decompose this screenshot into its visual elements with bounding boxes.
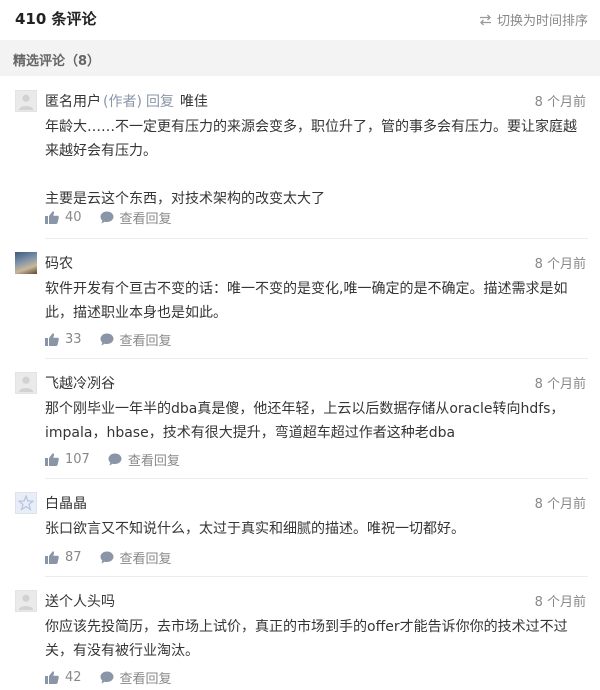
like-button[interactable]: 42 xyxy=(45,670,82,685)
comment-item: 匿名用户 (作者) 回复 唯佳 8 个月前 年龄大……不一定更有压力的来源会变多，职位… xyxy=(0,90,600,240)
comment-paragraph: 张口欲言又不知说什么，太过于真实和细腻的描述。唯祝一切都好。 xyxy=(45,521,465,537)
comment-actions: 87 查看回复 xyxy=(45,548,172,567)
comment-author[interactable]: 送个人头吗 xyxy=(45,594,115,610)
comment-total: 410 条评论 xyxy=(15,10,97,28)
comment-meta: 送个人头吗 xyxy=(45,591,115,611)
avatar-placeholder-icon xyxy=(18,594,34,611)
comment-paragraph: 软件开发有个亘古不变的话：唯一不变的是变化,唯一确定的是不确定。描述需求是如此，… xyxy=(45,281,568,321)
sort-swap-icon xyxy=(479,14,491,25)
comment-item: 飞越冷冽谷 8 个月前 那个刚毕业一年半的dba真是傻，他还年轻，上云以后数据存… xyxy=(0,372,600,480)
comment-actions: 33 查看回复 xyxy=(45,330,172,349)
comment-time: 8 个月前 xyxy=(534,95,586,110)
comment-paragraph: 你应该先投简历，去市场上试价，真正的市场到手的offer才能告诉你你的技术过不过… xyxy=(45,619,568,659)
comment-author[interactable]: 飞越冷冽谷 xyxy=(45,376,115,392)
like-count: 40 xyxy=(65,210,82,225)
comment-divider xyxy=(45,576,588,577)
sort-toggle-label: 切换为时间排序 xyxy=(496,14,588,29)
comment-item: 白晶晶 8 个月前 张口欲言又不知说什么，太过于真实和细腻的描述。唯祝一切都好。… xyxy=(0,492,600,578)
featured-section-title: 精选评论（8） xyxy=(13,54,101,69)
comment-bubble-icon xyxy=(100,211,114,224)
comment-divider xyxy=(45,478,588,479)
avatar-placeholder-icon xyxy=(18,376,34,393)
comments-header: 410 条评论 切换为时间排序 xyxy=(0,0,600,40)
featured-section-header: 精选评论（8） xyxy=(0,40,600,76)
thumb-up-icon xyxy=(45,551,59,564)
comment-meta: 飞越冷冽谷 xyxy=(45,373,115,393)
comment-item: 送个人头吗 8 个月前 你应该先投简历，去市场上试价，真正的市场到手的offer… xyxy=(0,590,600,690)
view-replies-label: 查看回复 xyxy=(119,552,172,567)
comment-bubble-icon xyxy=(100,551,114,564)
comment-bubble-icon xyxy=(100,333,114,346)
comment-author[interactable]: 码农 xyxy=(45,256,73,272)
comment-actions: 42 查看回复 xyxy=(45,668,172,687)
thumb-up-icon xyxy=(45,671,59,684)
comment-meta: 白晶晶 xyxy=(45,493,87,513)
comment-paragraph: 年龄大……不一定更有压力的来源会变多，职位升了，管的事多会有压力。要让家庭越来越… xyxy=(45,119,577,159)
comment-time: 8 个月前 xyxy=(534,257,586,272)
comment-content: 软件开发有个亘古不变的话：唯一不变的是变化,唯一确定的是不确定。描述需求是如此，… xyxy=(45,277,590,325)
like-count: 107 xyxy=(65,452,90,467)
like-button[interactable]: 107 xyxy=(45,452,90,467)
view-replies-button[interactable]: 查看回复 xyxy=(100,548,172,567)
star-avatar-icon xyxy=(18,495,34,511)
view-replies-button[interactable]: 查看回复 xyxy=(108,450,180,469)
view-replies-label: 查看回复 xyxy=(119,212,172,227)
comment-time: 8 个月前 xyxy=(534,595,586,610)
like-count: 33 xyxy=(65,332,82,347)
reply-link[interactable]: 回复 xyxy=(146,94,174,110)
sort-toggle-button[interactable]: 切换为时间排序 xyxy=(479,10,588,29)
avatar[interactable] xyxy=(15,90,37,112)
comment-content: 年龄大……不一定更有压力的来源会变多，职位升了，管的事多会有压力。要让家庭越来越… xyxy=(45,115,590,211)
avatar[interactable] xyxy=(15,492,37,514)
view-replies-label: 查看回复 xyxy=(119,334,172,349)
view-replies-label: 查看回复 xyxy=(119,672,172,687)
comment-meta: 码农 xyxy=(45,253,73,273)
like-button[interactable]: 40 xyxy=(45,210,82,225)
like-button[interactable]: 33 xyxy=(45,332,82,347)
like-count: 87 xyxy=(65,550,82,565)
comment-divider xyxy=(45,238,588,239)
view-replies-button[interactable]: 查看回复 xyxy=(100,330,172,349)
comment-item: 码农 8 个月前 软件开发有个亘古不变的话：唯一不变的是变化,唯一确定的是不确定… xyxy=(0,252,600,360)
view-replies-button[interactable]: 查看回复 xyxy=(100,208,172,227)
like-button[interactable]: 87 xyxy=(45,550,82,565)
comment-actions: 107 查看回复 xyxy=(45,450,180,469)
thumb-up-icon xyxy=(45,333,59,346)
avatar-placeholder-icon xyxy=(18,94,34,111)
thumb-up-icon xyxy=(45,453,59,466)
comment-bubble-icon xyxy=(108,453,122,466)
avatar[interactable] xyxy=(15,372,37,394)
comment-author[interactable]: 匿名用户 xyxy=(45,94,101,110)
comment-time: 8 个月前 xyxy=(534,497,586,512)
reply-target-user[interactable]: 唯佳 xyxy=(180,94,208,110)
comment-actions: 40 查看回复 xyxy=(45,208,172,227)
author-tag: (作者) xyxy=(103,94,142,110)
view-replies-label: 查看回复 xyxy=(127,454,180,469)
avatar[interactable] xyxy=(15,590,37,612)
avatar[interactable] xyxy=(15,252,37,274)
comment-paragraph: 那个刚毕业一年半的dba真是傻，他还年轻，上云以后数据存储从oracle转向hd… xyxy=(45,401,565,441)
view-replies-button[interactable]: 查看回复 xyxy=(100,668,172,687)
thumb-up-icon xyxy=(45,211,59,224)
comment-meta: 匿名用户 (作者) 回复 唯佳 xyxy=(45,91,208,111)
like-count: 42 xyxy=(65,670,82,685)
comment-content: 那个刚毕业一年半的dba真是傻，他还年轻，上云以后数据存储从oracle转向hd… xyxy=(45,397,590,445)
comment-content: 你应该先投简历，去市场上试价，真正的市场到手的offer才能告诉你你的技术过不过… xyxy=(45,615,590,663)
comment-bubble-icon xyxy=(100,671,114,684)
comment-content: 张口欲言又不知说什么，太过于真实和细腻的描述。唯祝一切都好。 xyxy=(45,517,590,541)
comment-author[interactable]: 白晶晶 xyxy=(45,496,87,512)
comment-divider xyxy=(45,358,588,359)
comment-time: 8 个月前 xyxy=(534,377,586,392)
